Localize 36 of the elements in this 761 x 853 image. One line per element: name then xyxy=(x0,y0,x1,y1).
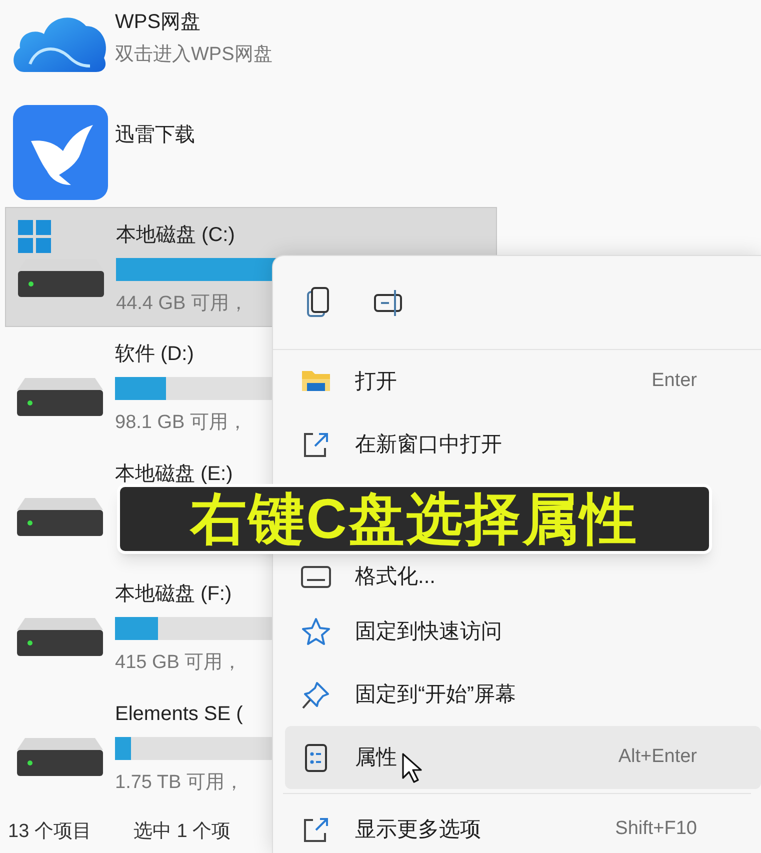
menu-item[interactable]: 属性 Alt+Enter xyxy=(285,726,761,789)
bird-app-icon xyxy=(12,105,108,200)
item-subtitle: 双击进入WPS网盘 xyxy=(115,43,272,67)
shortcut-text: Enter xyxy=(652,369,697,394)
free-space-text: 1.75 TB 可用， xyxy=(115,771,244,795)
hard-drive-icon xyxy=(17,616,103,656)
free-space-text: 98.1 GB 可用， xyxy=(115,411,248,435)
drive-name: 软件 (D:) xyxy=(115,342,195,367)
free-space-text: 44.4 GB 可用， xyxy=(116,292,249,316)
item-count: 13 个项目 xyxy=(8,820,92,844)
drive-name: 本地磁盘 (C:) xyxy=(116,223,236,248)
mouse-cursor-icon xyxy=(401,752,423,784)
menu-item[interactable]: 格式化... xyxy=(285,554,761,600)
shortcut-text: Shift+F10 xyxy=(615,817,697,842)
drive-name: 本地磁盘 (E:) xyxy=(115,462,233,487)
hard-drive-icon xyxy=(17,736,103,776)
copy-icon xyxy=(305,287,331,318)
shortcut-text: Alt+Enter xyxy=(618,745,697,770)
hard-drive-icon xyxy=(17,376,103,416)
star-icon xyxy=(301,616,331,646)
drive-name: 本地磁盘 (F:) xyxy=(115,582,233,607)
drive-name: Elements SE ( xyxy=(115,702,244,727)
menu-item[interactable]: 显示更多选项 Shift+F10 xyxy=(285,798,761,853)
item-name: WPS网盘 xyxy=(115,10,202,35)
menu-item[interactable]: 固定到快速访问 xyxy=(285,600,761,663)
item-name: 迅雷下载 xyxy=(115,123,195,148)
selection-count: 选中 1 个项 xyxy=(133,820,231,844)
free-space-text: 415 GB 可用， xyxy=(115,651,243,675)
menu-item[interactable]: 打开 Enter xyxy=(285,350,761,413)
menu-item[interactable]: 在新窗口中打开 xyxy=(285,413,761,476)
caption-text: 右键C盘选择属性 xyxy=(190,491,639,547)
menu-item[interactable]: 固定到“开始”屏幕 xyxy=(285,663,761,726)
hard-drive-icon xyxy=(17,496,103,536)
windows-logo-icon xyxy=(18,220,51,253)
drive-format-icon xyxy=(301,566,331,588)
pin-icon xyxy=(301,680,331,710)
